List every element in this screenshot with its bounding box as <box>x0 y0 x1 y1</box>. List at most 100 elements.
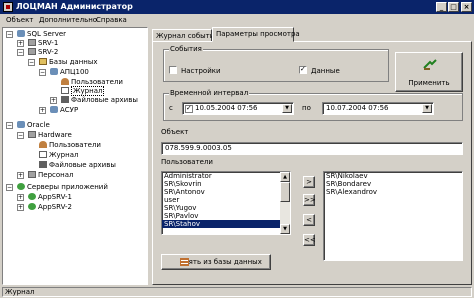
collapse-icon[interactable]: − <box>39 69 46 76</box>
scroll-up-icon[interactable]: ▲ <box>280 172 290 182</box>
tree-node-srv2[interactable]: − SRV-2 <box>17 48 58 57</box>
menu-extra[interactable]: Дополнительно <box>39 14 97 26</box>
tree-node-app-servers[interactable]: − Серверы приложений <box>6 183 108 192</box>
data-checkbox-label: Данные <box>311 67 340 75</box>
from-date-checkbox[interactable] <box>185 104 193 113</box>
selected-user-item[interactable]: SR\Bondarev <box>324 180 462 188</box>
tree-node-file-archives[interactable]: + Файловые архивы <box>50 96 138 105</box>
expand-icon[interactable]: + <box>17 172 24 179</box>
window-title: ЛОЦМАН Администратор <box>16 2 133 11</box>
available-users-list[interactable]: Administrator SR\Skovrin SR\Antonov user SR\… <box>161 171 291 235</box>
users-label: Пользователи <box>161 158 213 166</box>
from-date-picker[interactable]: 10.05.2004 07:56 ▼ <box>182 102 294 115</box>
load-from-db-button[interactable]: Взять из базы данных <box>161 254 271 270</box>
expand-icon[interactable]: + <box>17 194 24 201</box>
move-all-left-button[interactable]: << <box>303 234 316 246</box>
menu-object[interactable]: Объект <box>6 14 33 26</box>
from-date-value: 10.05.2004 07:56 <box>195 104 258 112</box>
available-user-item[interactable]: SR\Yugov <box>162 204 290 212</box>
scrollbar[interactable]: ▲ ▼ <box>280 172 290 234</box>
server-icon <box>28 39 36 46</box>
folder-icon <box>39 58 47 65</box>
users-icon <box>61 78 69 85</box>
tree-node-sql-server[interactable]: − SQL Server <box>6 30 66 39</box>
tree-node-srv1[interactable]: + SRV-1 <box>17 39 58 48</box>
settings-checkbox-box[interactable] <box>169 66 177 74</box>
expand-icon[interactable]: + <box>39 107 46 114</box>
title-bar: ЛОЦМАН Администратор _ □ × <box>0 0 474 14</box>
to-label: по <box>302 104 311 112</box>
time-interval-title: Временной интервал <box>169 89 250 98</box>
scroll-thumb[interactable] <box>280 182 290 202</box>
status-text: Журнал <box>2 287 472 297</box>
tree-node-asur[interactable]: + АСУР <box>39 106 78 115</box>
selected-users-list[interactable]: SR\Nikolaev SR\Bondarev SR\Alexandrov <box>323 171 463 261</box>
available-user-item[interactable]: user <box>162 196 290 204</box>
database-icon <box>17 121 25 128</box>
tree-node-hardware[interactable]: − Hardware <box>17 131 72 140</box>
tab-view-settings[interactable]: Параметры просмотра <box>212 27 300 42</box>
expand-icon[interactable]: + <box>17 40 24 47</box>
available-user-item[interactable]: SR\Skovrin <box>162 180 290 188</box>
collapse-icon[interactable]: − <box>6 31 13 38</box>
expand-icon[interactable]: + <box>50 97 57 104</box>
navigation-tree: − SQL Server + SRV-1 − SRV-2 − Базы данн… <box>2 27 148 285</box>
archive-icon <box>61 96 69 103</box>
to-date-picker[interactable]: 10.07.2004 07:56 ▼ <box>322 102 434 115</box>
apply-icon <box>423 59 437 70</box>
expand-icon[interactable]: + <box>17 204 24 211</box>
minimize-button[interactable]: _ <box>436 2 447 12</box>
menu-help[interactable]: Справка <box>96 14 127 26</box>
collapse-icon[interactable]: − <box>6 122 13 129</box>
move-right-button[interactable]: > <box>303 176 315 188</box>
selected-user-item[interactable]: SR\Alexandrov <box>324 188 462 196</box>
tree-node-hardware-users[interactable]: Пользователи <box>39 141 101 150</box>
tree-node-databases[interactable]: − Базы данных <box>28 58 98 67</box>
collapse-icon[interactable]: − <box>17 49 24 56</box>
maximize-button[interactable]: □ <box>448 2 459 12</box>
selected-user-item[interactable]: SR\Nikolaev <box>324 172 462 180</box>
settings-checkbox[interactable]: Настройки <box>169 66 221 75</box>
database-icon <box>50 106 58 113</box>
available-user-item[interactable]: SR\Pavlov <box>162 212 290 220</box>
data-checkbox[interactable]: Данные <box>299 65 340 75</box>
to-date-value: 10.07.2004 07:56 <box>326 104 389 112</box>
status-bar: Журнал <box>0 286 474 298</box>
users-icon <box>39 141 47 148</box>
journal-icon <box>39 151 47 158</box>
chevron-down-icon[interactable]: ▼ <box>422 104 432 113</box>
tree-node-appsrv1[interactable]: + AppSRV-1 <box>17 193 72 202</box>
available-user-item[interactable]: Administrator <box>162 172 290 180</box>
server-icon <box>28 131 36 138</box>
close-button[interactable]: × <box>461 2 472 12</box>
move-all-right-button[interactable]: >> <box>303 194 316 206</box>
app-server-icon <box>17 183 25 190</box>
tree-node-hardware-journal[interactable]: Журнал <box>39 151 78 160</box>
available-user-item[interactable]: SR\Stahov <box>162 220 290 228</box>
collapse-icon[interactable]: − <box>28 59 35 66</box>
data-checkbox-box[interactable] <box>299 65 307 74</box>
move-left-button[interactable]: < <box>303 214 315 226</box>
object-field[interactable]: 078.599.9.0003.05 <box>161 142 463 155</box>
tree-node-apc100[interactable]: − АПЦ100 <box>39 68 89 77</box>
tree-node-hardware-archives[interactable]: Файловые архивы <box>39 161 116 170</box>
tree-node-oracle[interactable]: − Oracle <box>6 121 50 130</box>
tree-node-appsrv2[interactable]: + AppSRV-2 <box>17 203 72 212</box>
available-user-item[interactable]: SR\Antonov <box>162 188 290 196</box>
archive-icon <box>39 161 47 168</box>
events-group: События Настройки Данные <box>163 45 389 82</box>
apply-button[interactable]: Применить <box>395 52 463 92</box>
settings-checkbox-label: Настройки <box>181 67 221 75</box>
object-label: Объект <box>161 128 189 136</box>
tab-content: События Настройки Данные Применить Време… <box>152 41 472 285</box>
chevron-down-icon[interactable]: ▼ <box>282 104 292 113</box>
collapse-icon[interactable]: − <box>17 132 24 139</box>
menu-bar: Объект Дополнительно Справка <box>0 14 474 26</box>
database-icon <box>50 68 58 75</box>
database-icon <box>180 258 189 266</box>
scroll-down-icon[interactable]: ▼ <box>280 224 290 234</box>
tree-node-journal[interactable]: Журнал <box>61 86 105 96</box>
tree-node-personnel[interactable]: + Персонал <box>17 171 74 180</box>
app-server-icon <box>28 193 36 200</box>
collapse-icon[interactable]: − <box>6 184 13 191</box>
